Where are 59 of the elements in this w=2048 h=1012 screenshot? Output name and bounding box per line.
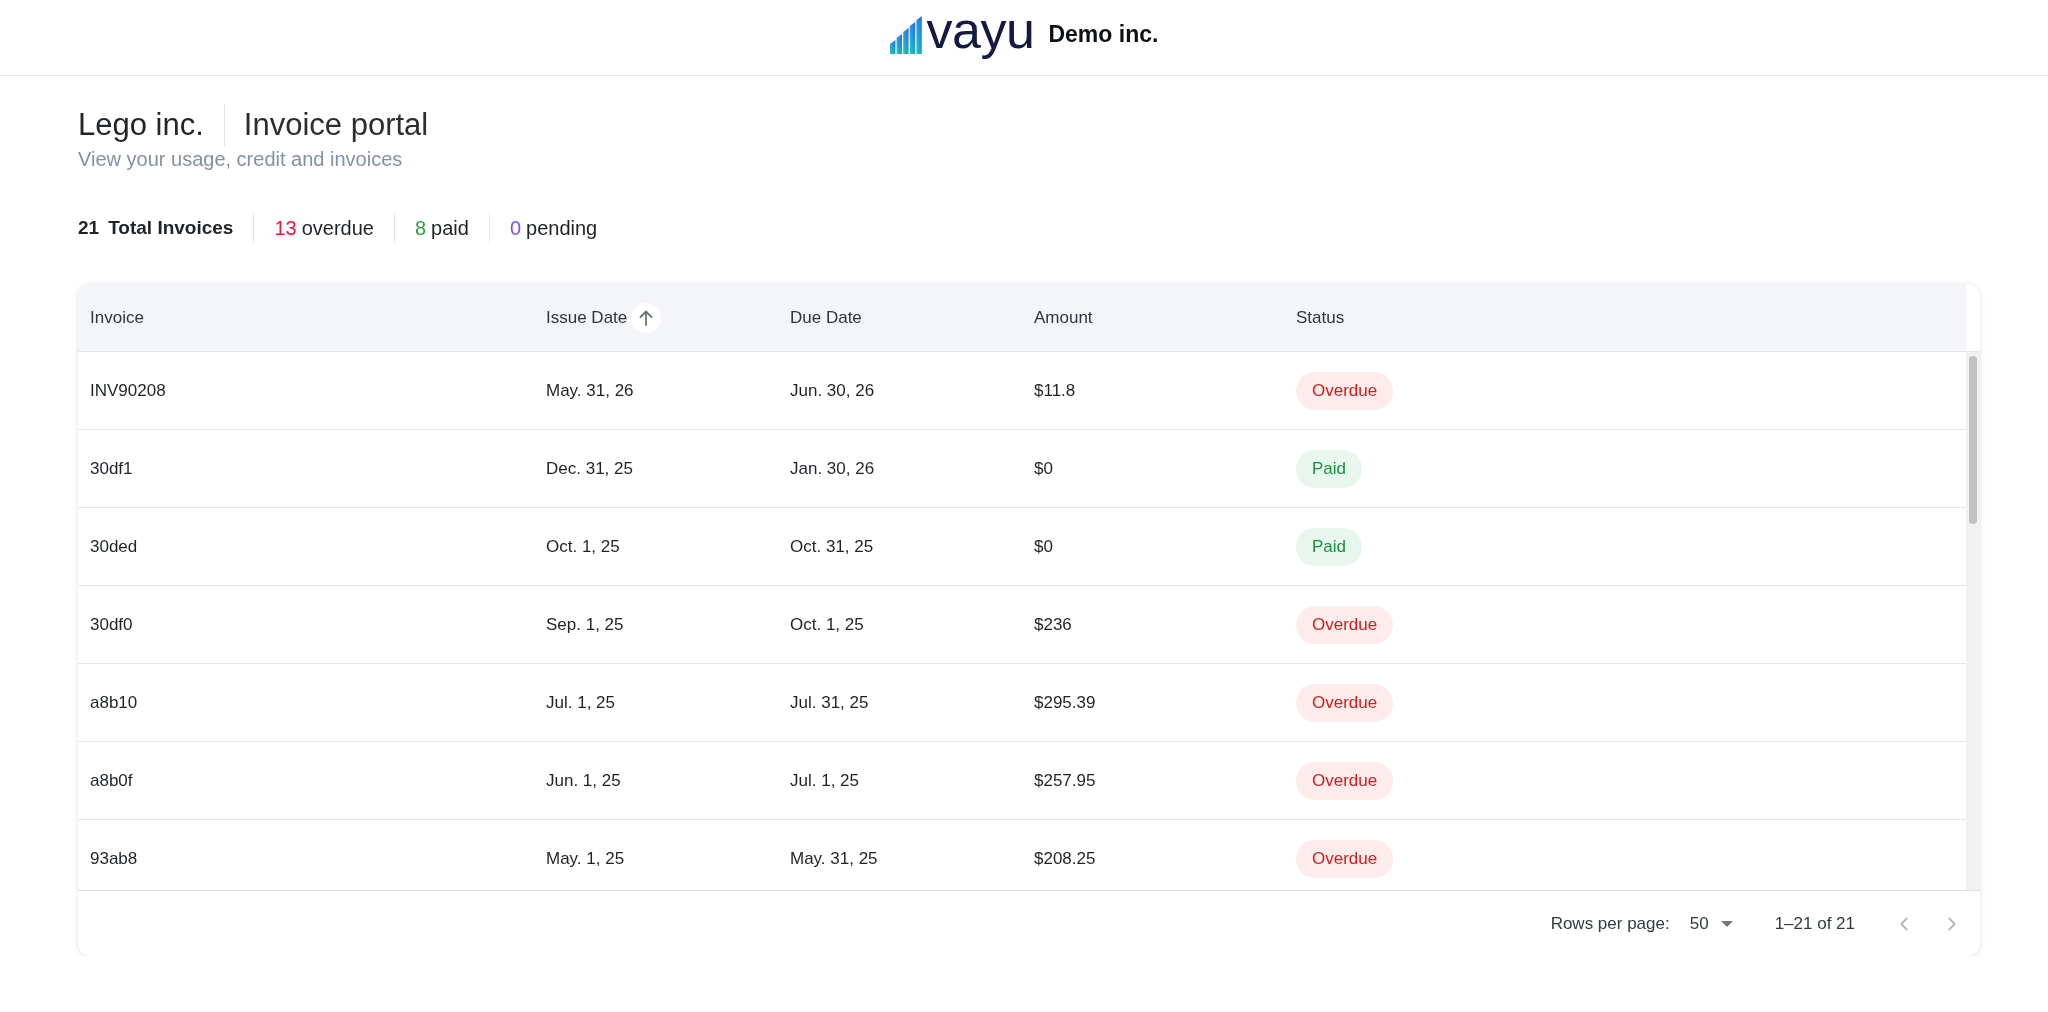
customer-name: Lego inc.	[78, 106, 204, 144]
table-cell: $0	[1034, 535, 1053, 558]
page-subtitle: View your usage, credit and invoices	[78, 147, 404, 172]
column-header[interactable]: Issue Date	[546, 302, 662, 333]
table-cell: Jul. 1, 25	[546, 691, 615, 714]
table-cell: 30df1	[90, 457, 133, 480]
table-cell: INV90208	[90, 379, 166, 402]
status-badge: Paid	[1296, 449, 1363, 488]
table-cell: Jul. 31, 25	[790, 691, 869, 714]
rows-per-page-select[interactable]: 50	[1689, 909, 1733, 938]
company-name: Demo inc.	[1048, 21, 1159, 48]
stat-count: 13	[274, 216, 297, 241]
column-header[interactable]: Status	[1296, 302, 1345, 333]
status-badge: Paid	[1296, 527, 1363, 566]
table-cell: $295.39	[1034, 691, 1096, 714]
scrollbar-track[interactable]	[1966, 352, 1980, 890]
table-cell: Jun. 1, 25	[546, 769, 621, 792]
table-cell: 30df0	[90, 613, 133, 636]
stat-count: 0	[509, 216, 522, 241]
table-cell: Oct. 1, 25	[546, 535, 620, 558]
status-badge: Overdue	[1296, 839, 1394, 878]
stat-count: 8	[414, 216, 427, 241]
table-cell: $236	[1034, 613, 1072, 636]
page-range-text: 1–21 of 21	[1774, 913, 1855, 934]
table-cell: Jan. 30, 26	[790, 457, 875, 480]
table-cell: Oct. 31, 25	[790, 535, 874, 558]
status-badge: Overdue	[1296, 761, 1394, 800]
column-header[interactable]: Due Date	[790, 302, 862, 333]
table-cell: 30ded	[90, 535, 138, 558]
table-cell: a8b10	[90, 691, 138, 714]
table-cell: a8b0f	[90, 769, 133, 792]
table-cell: May. 31, 25	[790, 847, 878, 870]
table-cell: Jul. 1, 25	[790, 769, 859, 792]
status-badge: Overdue	[1296, 371, 1394, 410]
table-cell: $208.25	[1034, 847, 1096, 870]
stat-label: pending	[526, 216, 598, 241]
table-cell: Oct. 1, 25	[790, 613, 864, 636]
column-header[interactable]: Amount	[1034, 302, 1093, 333]
table-cell: 93ab8	[90, 847, 138, 870]
table-cell: $11.8	[1034, 379, 1076, 402]
column-header[interactable]: Invoice	[90, 302, 144, 333]
caret-icon	[1720, 920, 1733, 927]
page-title: Invoice portal	[243, 106, 429, 144]
table-cell: May. 31, 26	[546, 379, 634, 402]
rows-per-page-label: Rows per page:	[1550, 913, 1670, 934]
table-cell: Dec. 31, 25	[546, 457, 633, 480]
status-badge: Overdue	[1296, 605, 1394, 644]
table-cell: $0	[1034, 457, 1053, 480]
table-cell: May. 1, 25	[546, 847, 625, 870]
stat-count: 21	[78, 216, 100, 240]
table-cell: Jun. 30, 26	[790, 379, 875, 402]
table-cell: Sep. 1, 25	[546, 613, 624, 636]
logo-icon	[889, 15, 922, 54]
scrollbar-thumb[interactable]	[1969, 356, 1977, 524]
table-cell: $257.95	[1034, 769, 1096, 792]
stat-label: Total Invoices	[108, 216, 234, 240]
status-badge: Overdue	[1296, 683, 1394, 722]
stat-label: overdue	[301, 216, 374, 241]
stat-label: paid	[431, 216, 469, 241]
